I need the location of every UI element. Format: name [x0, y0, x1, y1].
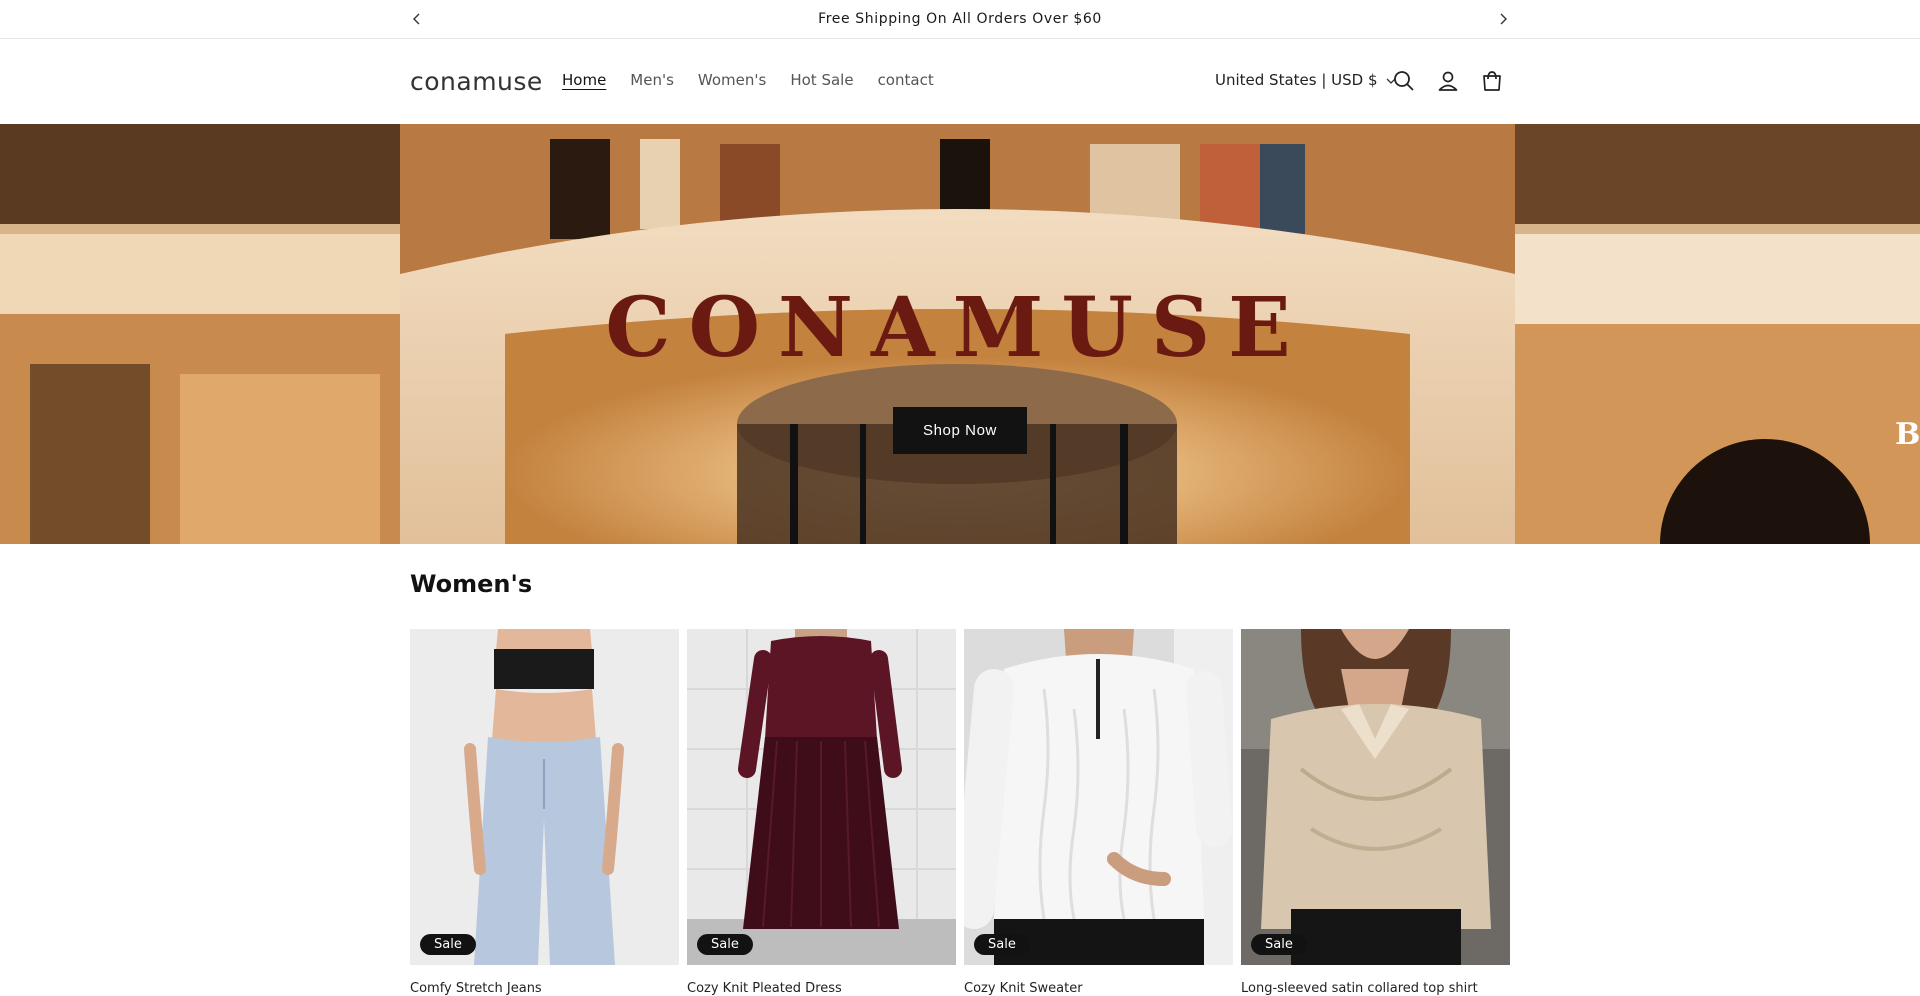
nav-item-mens[interactable]: Men's: [630, 71, 674, 89]
search-icon[interactable]: [1390, 67, 1418, 95]
product-image[interactable]: Sale: [410, 629, 679, 965]
account-icon[interactable]: [1434, 67, 1462, 95]
product-image[interactable]: Sale: [1241, 629, 1510, 965]
announcement-bar: Free Shipping On All Orders Over $60: [0, 0, 1920, 39]
product-title[interactable]: Cozy Knit Pleated Dress: [687, 981, 956, 996]
side-sign-letter: B: [1895, 417, 1920, 452]
product-title[interactable]: Long-sleeved satin collared top shirt: [1241, 981, 1510, 996]
chevron-right-icon[interactable]: [1494, 10, 1512, 28]
product-card[interactable]: Sale Long-sleeved satin collared top shi…: [1241, 629, 1510, 996]
nav-item-home[interactable]: Home: [562, 71, 606, 89]
hero-banner: B CONAMUSE Shop Now: [0, 124, 1920, 544]
sale-badge: Sale: [697, 934, 753, 955]
sale-badge: Sale: [1251, 934, 1307, 955]
chevron-left-icon[interactable]: [408, 10, 426, 28]
product-card[interactable]: Sale Cozy Knit Sweater: [964, 629, 1233, 996]
nav-item-womens[interactable]: Women's: [698, 71, 766, 89]
locale-selector[interactable]: United States | USD $: [1215, 71, 1396, 89]
site-logo[interactable]: conamuse: [410, 67, 543, 96]
product-grid: Sale Comfy Stretch Jeans Sale Cozy Knit …: [410, 629, 1510, 996]
product-card[interactable]: Sale Comfy Stretch Jeans: [410, 629, 679, 996]
product-card[interactable]: Sale Cozy Knit Pleated Dress: [687, 629, 956, 996]
site-header: conamuse Home Men's Women's Hot Sale con…: [0, 39, 1920, 124]
collection-title: Women's: [410, 570, 533, 598]
product-image[interactable]: Sale: [964, 629, 1233, 965]
main-nav: Home Men's Women's Hot Sale contact: [562, 71, 958, 89]
product-image[interactable]: Sale: [687, 629, 956, 965]
nav-item-contact[interactable]: contact: [878, 71, 934, 89]
shop-now-button[interactable]: Shop Now: [893, 407, 1027, 454]
sale-badge: Sale: [420, 934, 476, 955]
announcement-text: Free Shipping On All Orders Over $60: [818, 11, 1102, 27]
product-title[interactable]: Cozy Knit Sweater: [964, 981, 1233, 996]
nav-item-hot-sale[interactable]: Hot Sale: [790, 71, 853, 89]
cart-icon[interactable]: [1478, 67, 1506, 95]
hero-image: B CONAMUSE: [0, 124, 1920, 544]
product-title[interactable]: Comfy Stretch Jeans: [410, 981, 679, 996]
sale-badge: Sale: [974, 934, 1030, 955]
store-sign: CONAMUSE: [605, 280, 1308, 376]
locale-label: United States | USD $: [1215, 71, 1378, 89]
